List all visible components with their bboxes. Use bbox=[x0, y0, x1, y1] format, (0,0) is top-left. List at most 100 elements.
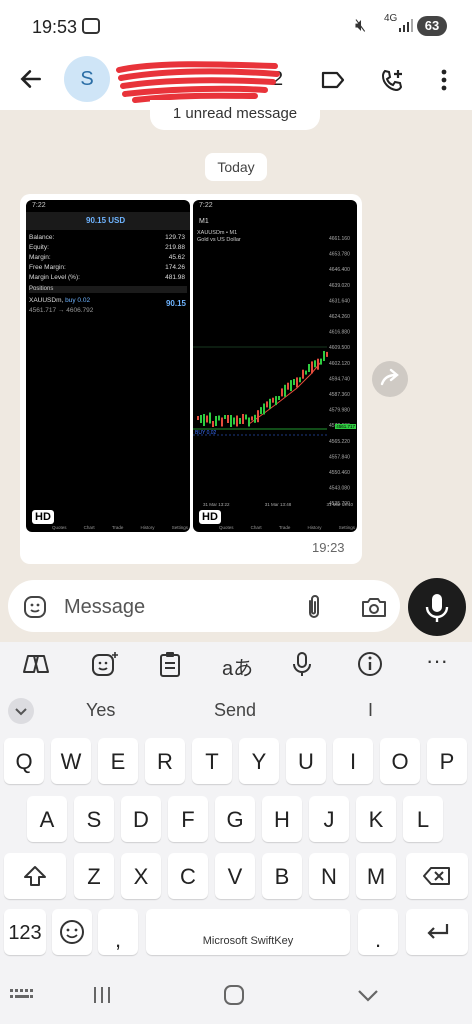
account-row-label: Margin: bbox=[29, 254, 51, 261]
keyboard-mic-icon[interactable] bbox=[290, 650, 314, 684]
key-m[interactable]: M bbox=[356, 853, 396, 899]
shift-icon bbox=[24, 866, 46, 886]
key-q[interactable]: Q bbox=[4, 738, 44, 784]
key-x[interactable]: X bbox=[121, 853, 161, 899]
copilot-icon[interactable] bbox=[22, 650, 50, 684]
app-tab: History bbox=[140, 525, 155, 530]
home-icon[interactable] bbox=[222, 983, 246, 1007]
space-key[interactable]: Microsoft SwiftKey bbox=[146, 909, 350, 955]
candle bbox=[224, 415, 226, 419]
shift-key[interactable] bbox=[4, 853, 66, 899]
message-input[interactable]: Message bbox=[64, 596, 145, 619]
position-prices: 4561.717 → 4606.792 bbox=[29, 307, 94, 314]
bottom-tabs: Quotes Chart Trade History Settings bbox=[52, 514, 188, 530]
account-row-value: 174.26 bbox=[165, 264, 185, 271]
suggestion-2[interactable]: Send bbox=[214, 700, 256, 721]
key-y[interactable]: Y bbox=[239, 738, 279, 784]
period-key[interactable]: . bbox=[358, 909, 398, 955]
ellipsis-icon[interactable]: ··· bbox=[426, 648, 448, 674]
numbers-key[interactable]: 123 bbox=[4, 909, 46, 955]
emoji-sparkle-icon[interactable] bbox=[90, 650, 120, 684]
hd-badge: HD bbox=[199, 510, 221, 524]
candle bbox=[197, 416, 199, 420]
mic-button[interactable] bbox=[408, 578, 466, 636]
key-z[interactable]: Z bbox=[74, 853, 114, 899]
back-arrow-icon[interactable] bbox=[18, 66, 44, 92]
suggestion-1[interactable]: Yes bbox=[86, 700, 115, 721]
key-s[interactable]: S bbox=[74, 796, 114, 842]
position-symbol: XAUUSDm bbox=[29, 297, 62, 304]
key-p[interactable]: P bbox=[427, 738, 467, 784]
key-t[interactable]: T bbox=[192, 738, 232, 784]
signal-icon bbox=[399, 19, 413, 32]
positions-label: Positions bbox=[29, 286, 187, 293]
key-o[interactable]: O bbox=[380, 738, 420, 784]
candle bbox=[254, 414, 256, 423]
key-d[interactable]: D bbox=[121, 796, 161, 842]
account-row: Balance: 129.73 bbox=[29, 234, 187, 241]
keyboard-hide-icon[interactable] bbox=[8, 985, 36, 1005]
candles bbox=[197, 351, 328, 427]
price-tick: 4565.220 bbox=[329, 439, 350, 445]
candle bbox=[233, 417, 235, 425]
screen-record-icon bbox=[82, 18, 100, 34]
candle bbox=[251, 416, 253, 421]
key-k[interactable]: K bbox=[356, 796, 396, 842]
key-b[interactable]: B bbox=[262, 853, 302, 899]
key-r[interactable]: R bbox=[145, 738, 185, 784]
key-n[interactable]: N bbox=[309, 853, 349, 899]
key-v[interactable]: V bbox=[215, 853, 255, 899]
candle bbox=[200, 415, 202, 423]
label-icon[interactable] bbox=[320, 68, 346, 92]
collapse-suggestions-button[interactable] bbox=[8, 698, 34, 724]
account-row-value: 481.98 bbox=[165, 274, 185, 281]
key-f[interactable]: F bbox=[168, 796, 208, 842]
key-e[interactable]: E bbox=[98, 738, 138, 784]
more-vert-icon[interactable] bbox=[436, 68, 452, 92]
key-h[interactable]: H bbox=[262, 796, 302, 842]
key-w[interactable]: W bbox=[51, 738, 91, 784]
avatar[interactable]: S bbox=[64, 56, 110, 102]
add-call-icon[interactable] bbox=[380, 68, 406, 92]
info-icon[interactable] bbox=[356, 650, 384, 684]
key-g[interactable]: G bbox=[215, 796, 255, 842]
key-u[interactable]: U bbox=[286, 738, 326, 784]
price-tick: 4661.160 bbox=[329, 236, 350, 242]
image-thumbnail-account[interactable]: 7:22 90.15 USD Balance: 129.73 Equity: 219.… bbox=[26, 200, 190, 532]
account-row-label: Margin Level (%): bbox=[29, 274, 80, 281]
account-row: Margin Level (%): 481.98 bbox=[29, 274, 187, 281]
backspace-key[interactable] bbox=[406, 853, 468, 899]
key-j[interactable]: J bbox=[309, 796, 349, 842]
nav-back-icon[interactable] bbox=[356, 986, 380, 1004]
candle bbox=[296, 377, 298, 388]
forward-icon[interactable] bbox=[372, 361, 408, 397]
recents-icon[interactable] bbox=[90, 984, 114, 1006]
attach-icon[interactable] bbox=[304, 593, 324, 621]
suggestion-3[interactable]: I bbox=[368, 700, 373, 721]
candle bbox=[218, 415, 220, 421]
key-c[interactable]: C bbox=[168, 853, 208, 899]
key-l[interactable]: L bbox=[403, 796, 443, 842]
translate-icon[interactable]: aあ bbox=[222, 652, 253, 681]
battery-indicator: 63 bbox=[417, 16, 447, 36]
key-i[interactable]: I bbox=[333, 738, 373, 784]
account-row: Free Margin: 174.26 bbox=[29, 264, 187, 271]
sticker-icon[interactable] bbox=[22, 594, 48, 620]
candle bbox=[323, 351, 325, 361]
app-tab: Quotes bbox=[52, 525, 67, 530]
clipboard-icon[interactable] bbox=[158, 650, 182, 684]
emoji-key[interactable] bbox=[52, 909, 92, 955]
camera-icon[interactable] bbox=[360, 595, 388, 619]
enter-key[interactable] bbox=[406, 909, 468, 955]
candle bbox=[203, 414, 205, 426]
candle bbox=[272, 397, 274, 403]
image-thumbnail-chart[interactable]: 7:22 M1 XAUUSDm • M1 Gold vs US Dollar 4… bbox=[193, 200, 357, 532]
price-tick: 4579.980 bbox=[329, 408, 350, 414]
price-tick: 4639.020 bbox=[329, 283, 350, 289]
shot-time: 7:22 bbox=[199, 202, 213, 209]
candle bbox=[281, 388, 283, 397]
key-a[interactable]: A bbox=[27, 796, 67, 842]
shot-time: 7:22 bbox=[32, 202, 46, 209]
time-axis-labels: 31 Mar 13:22 31 Mar 13:48 31 Mar 14:10 bbox=[203, 502, 353, 507]
comma-key[interactable]: , bbox=[98, 909, 138, 955]
